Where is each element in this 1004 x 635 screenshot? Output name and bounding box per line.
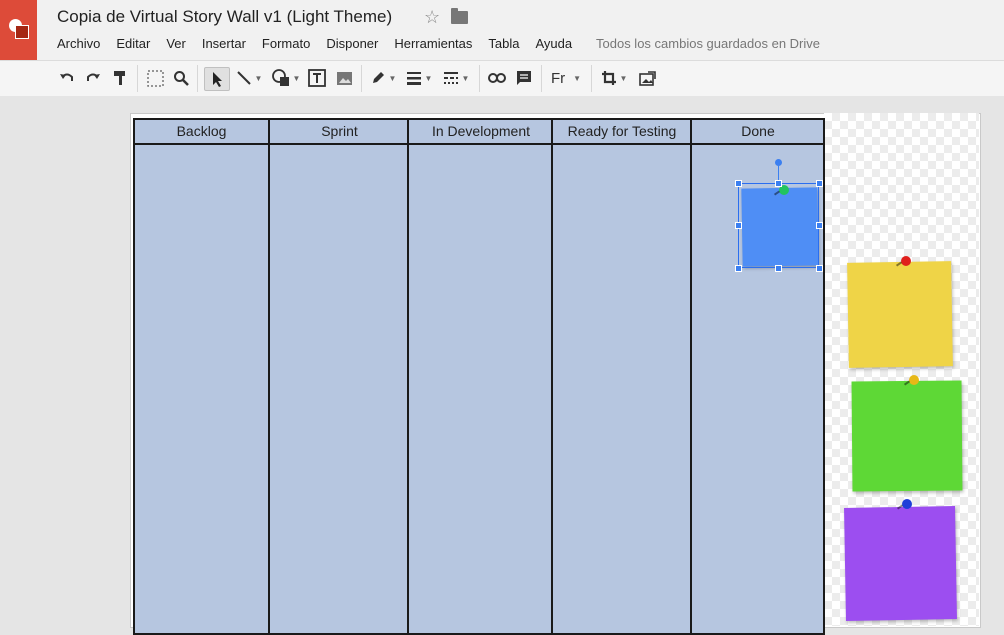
pin-icon — [909, 375, 919, 385]
pen-color-icon[interactable]: ▼ — [368, 67, 398, 89]
column-divider — [690, 118, 692, 635]
resize-handle-s[interactable] — [775, 265, 782, 272]
menu-ayuda[interactable]: Ayuda — [535, 36, 572, 52]
rotate-handle[interactable] — [775, 159, 782, 166]
column-header-backlog[interactable]: Backlog — [133, 118, 270, 145]
toolbar-separator — [541, 65, 542, 92]
replace-image-icon[interactable] — [636, 67, 658, 89]
column-header-sprint[interactable]: Sprint — [270, 118, 409, 145]
link-icon[interactable] — [486, 67, 508, 89]
column-header-ready-for-testing[interactable]: Ready for Testing — [553, 118, 691, 145]
menu-tabla[interactable]: Tabla — [488, 36, 519, 52]
resize-handle-nw[interactable] — [735, 180, 742, 187]
menu-formato[interactable]: Formato — [262, 36, 310, 52]
menu-bar: Archivo Editar Ver Insertar Formato Disp… — [57, 36, 588, 52]
paint-format-icon[interactable] — [110, 67, 130, 89]
resize-handle-ne[interactable] — [816, 180, 823, 187]
resize-handle-w[interactable] — [735, 222, 742, 229]
docs-header: Copia de Virtual Story Wall v1 (Light Th… — [0, 0, 1004, 60]
menu-ver[interactable]: Ver — [166, 36, 186, 52]
column-divider — [407, 118, 409, 635]
selection-box[interactable] — [738, 183, 819, 268]
slides-logo[interactable] — [0, 0, 37, 60]
folder-icon[interactable] — [451, 8, 468, 24]
line-icon[interactable]: ▼ — [234, 67, 264, 89]
menu-insertar[interactable]: Insertar — [202, 36, 246, 52]
toolbar-separator — [197, 65, 198, 92]
toolbar-separator — [479, 65, 480, 92]
image-icon[interactable] — [333, 67, 355, 89]
font-select[interactable]: Fr ▼ — [548, 67, 584, 89]
resize-handle-n[interactable] — [775, 180, 782, 187]
toolbar: ▼ ▼ ▼ ▼ ▼ Fr ▼ ▼ — [0, 60, 1004, 97]
resize-handle-sw[interactable] — [735, 265, 742, 272]
pin-icon — [901, 256, 911, 266]
line-dash-icon[interactable]: ▼ — [440, 67, 472, 89]
select-icon[interactable] — [204, 67, 230, 91]
sticky-note-green[interactable] — [851, 380, 963, 492]
textbox-icon[interactable] — [306, 67, 328, 89]
menu-archivo[interactable]: Archivo — [57, 36, 100, 52]
column-divider — [268, 118, 270, 635]
undo-icon[interactable] — [57, 67, 77, 89]
redo-icon[interactable] — [83, 67, 103, 89]
toolbar-separator — [137, 65, 138, 92]
logo-square — [15, 25, 29, 39]
line-weight-icon[interactable]: ▼ — [404, 67, 434, 89]
toolbar-separator — [591, 65, 592, 92]
column-divider — [551, 118, 553, 635]
column-header-done[interactable]: Done — [691, 118, 825, 145]
font-label: Fr — [550, 69, 566, 87]
shape-icon[interactable]: ▼ — [270, 67, 302, 89]
sticky-note-purple[interactable] — [844, 506, 957, 621]
fit-icon[interactable] — [145, 67, 165, 89]
toolbar-separator — [361, 65, 362, 92]
save-status[interactable]: Todos los cambios guardados en Drive — [596, 36, 820, 51]
zoom-icon[interactable] — [171, 67, 191, 89]
menu-disponer[interactable]: Disponer — [326, 36, 378, 52]
sticky-note-yellow[interactable] — [847, 261, 953, 368]
comment-icon[interactable] — [513, 67, 535, 89]
resize-handle-se[interactable] — [816, 265, 823, 272]
crop-icon[interactable]: ▼ — [598, 67, 630, 89]
resize-handle-e[interactable] — [816, 222, 823, 229]
story-board[interactable] — [133, 118, 825, 635]
document-title[interactable]: Copia de Virtual Story Wall v1 (Light Th… — [57, 7, 392, 27]
menu-herramientas[interactable]: Herramientas — [394, 36, 472, 52]
column-header-in-development[interactable]: In Development — [409, 118, 553, 145]
menu-editar[interactable]: Editar — [116, 36, 150, 52]
pin-icon — [902, 499, 912, 509]
star-icon[interactable]: ☆ — [424, 7, 440, 28]
